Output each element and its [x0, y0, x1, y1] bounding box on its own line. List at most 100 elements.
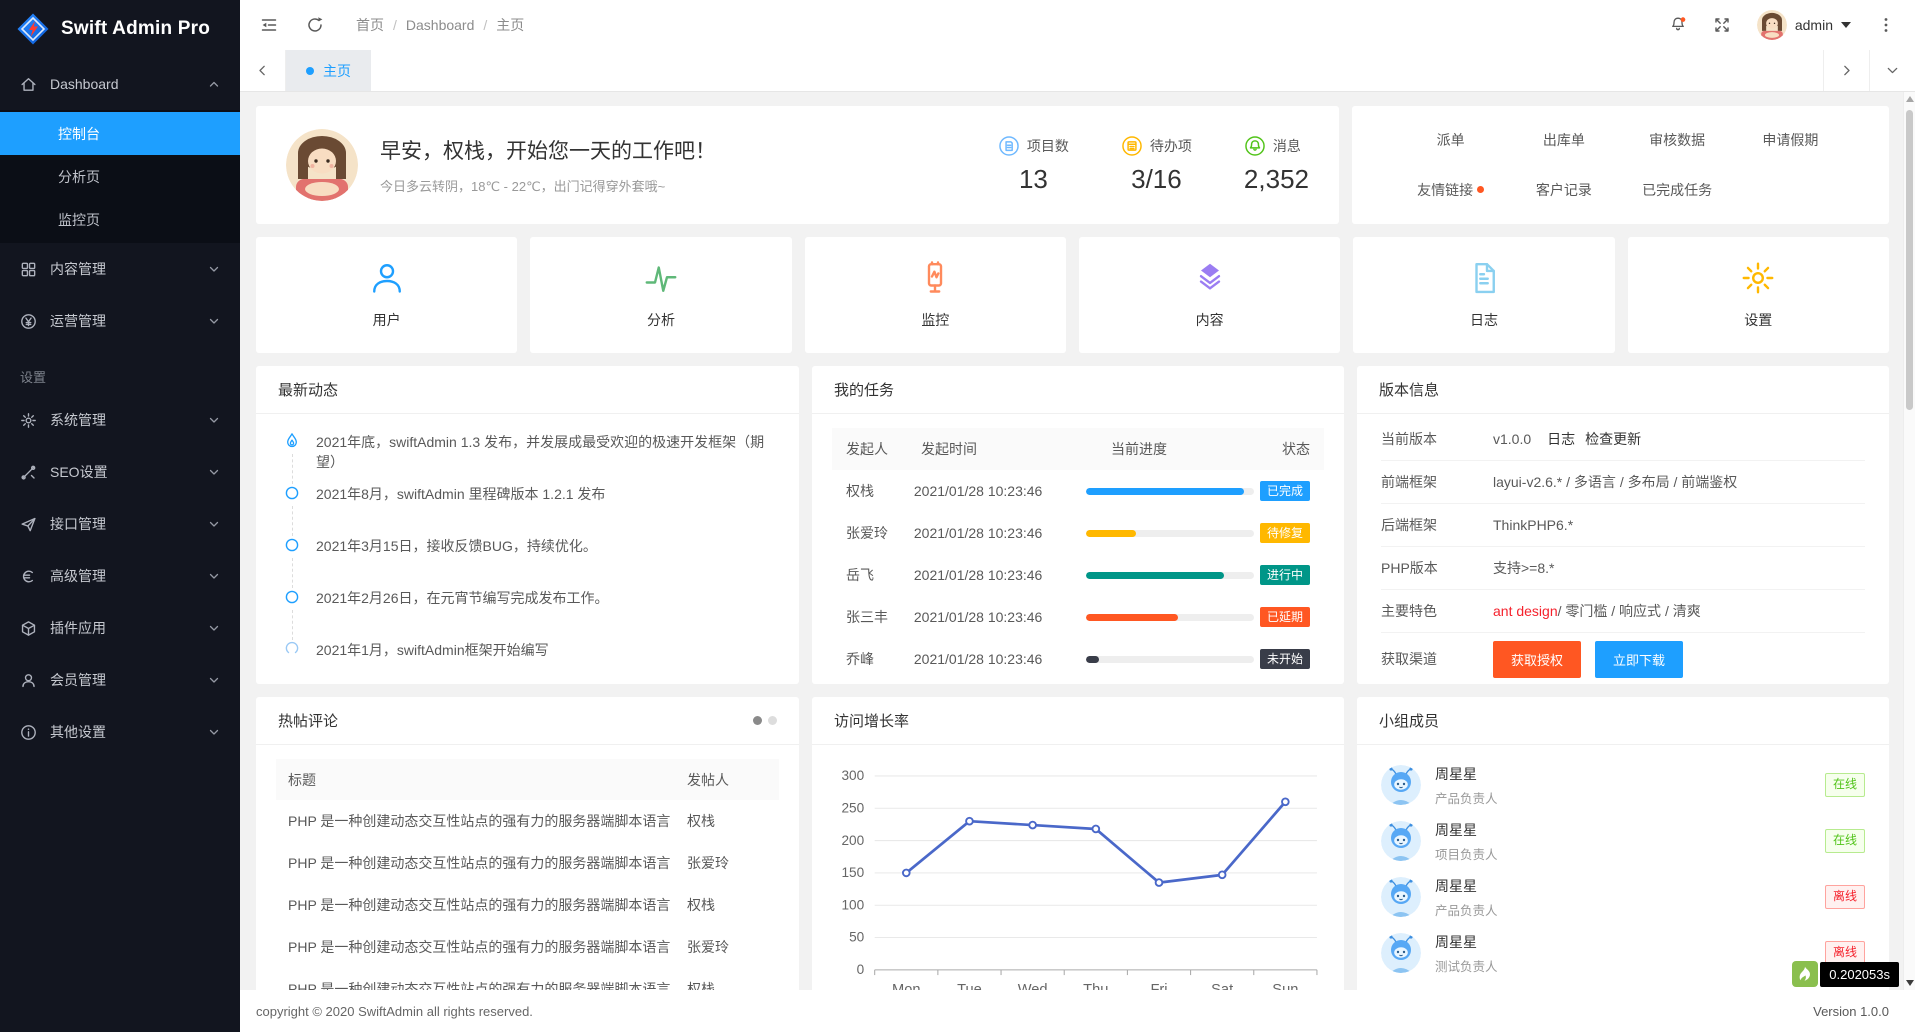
news-panel: 最新动态 2021年底，swiftAdmin 1.3 发布，并发展成最受欢迎的极… [256, 366, 799, 684]
thinkphp-logo-icon [1792, 961, 1818, 987]
table-row[interactable]: PHP 是一种创建动态交互性站点的强有力的服务器端脚本语言 张爱玲 [276, 926, 779, 968]
tab-menu-button[interactable] [1869, 50, 1915, 91]
chevron-down-icon [208, 518, 220, 530]
chevron-down-icon [208, 315, 220, 327]
version-label: 前端框架 [1381, 472, 1493, 492]
sidebar-item-plugin-apps[interactable]: 插件应用 [0, 602, 240, 654]
chevron-up-icon [208, 78, 220, 90]
footer: copyright © 2020 SwiftAdmin all rights r… [240, 990, 1915, 1032]
task-owner: 乔峰 [846, 649, 914, 669]
table-row[interactable]: PHP 是一种创建动态交互性站点的强有力的服务器端脚本语言 权栈 [276, 968, 779, 990]
user-menu[interactable]: admin [1757, 10, 1851, 40]
task-time: 2021/01/28 10:23:46 [914, 651, 1086, 667]
tab-scroll-right-button[interactable] [1823, 50, 1869, 91]
version-row-current: 当前版本 v1.0.0 日志 检查更新 [1381, 418, 1865, 461]
news-item: 2021年2月26日，在元宵节编写完成发布工作。 [280, 588, 775, 640]
sidebar-item-api-mgmt[interactable]: 接口管理 [0, 498, 240, 550]
task-owner: 岳飞 [846, 565, 914, 585]
app-logo[interactable]: Swift Admin Pro [0, 0, 240, 58]
progress-bar [1086, 530, 1254, 537]
scrollbar-thumb[interactable] [1906, 110, 1913, 410]
download-now-button[interactable]: 立即下载 [1595, 641, 1683, 678]
news-text: 2021年1月，swiftAdmin框架开始编写 [316, 642, 549, 658]
table-row: 张爱玲 2021/01/28 10:23:46 待修复 [832, 512, 1324, 554]
version-text: Version 1.0.0 [1813, 1004, 1889, 1019]
fullscreen-icon[interactable] [1713, 16, 1731, 34]
sidebar-item-console[interactable]: 控制台 [0, 112, 240, 155]
scrollbar-up-arrow[interactable] [1906, 96, 1914, 102]
quicklink-leave-request[interactable]: 申请假期 [1734, 130, 1847, 150]
post-author: 张爱玲 [687, 853, 767, 873]
news-text: 2021年底，swiftAdmin 1.3 发布，并发展成最受欢迎的极速开发框架… [316, 434, 764, 470]
table-row[interactable]: PHP 是一种创建动态交互性站点的强有力的服务器端脚本语言 权栈 [276, 800, 779, 842]
shortcut-users[interactable]: 用户 [256, 237, 517, 353]
caret-down-icon [1841, 22, 1851, 28]
scrollbar-down-arrow[interactable] [1906, 980, 1914, 986]
breadcrumb-current: 主页 [496, 15, 524, 35]
carousel-dot-active[interactable] [753, 716, 762, 725]
perf-time-badge[interactable]: 0.202053s [1792, 961, 1899, 987]
member-name: 周星星 [1435, 764, 1498, 784]
sidebar-item-label: 运营管理 [50, 311, 106, 331]
sidebar-item-analysis-page[interactable]: 分析页 [0, 155, 240, 198]
svg-text:0: 0 [857, 962, 865, 977]
carousel-dot[interactable] [768, 716, 777, 725]
panel-title: 我的任务 [812, 366, 1344, 414]
sidebar-item-advanced-mgmt[interactable]: 高级管理 [0, 550, 240, 602]
quick-links-card: 派单 出库单 审核数据 申请假期 友情链接 客户记录 已完成任务 [1352, 106, 1889, 224]
sidebar-item-member-mgmt[interactable]: 会员管理 [0, 654, 240, 706]
breadcrumb-home[interactable]: 首页 [356, 15, 384, 35]
status-badge: 待修复 [1260, 523, 1310, 543]
list-item: 周星星产品负责人 在线 [1381, 757, 1865, 813]
app-title: Swift Admin Pro [61, 18, 210, 40]
changelog-link[interactable]: 日志 [1547, 429, 1575, 449]
quicklink-outbound[interactable]: 出库单 [1507, 130, 1620, 150]
table-row: 张三丰 2021/01/28 10:23:46 已延期 [832, 596, 1324, 638]
chart-area: 050100150200250300MonTueWedThuFriSatSun [812, 745, 1344, 990]
sidebar-item-system-mgmt[interactable]: 系统管理 [0, 394, 240, 446]
sidebar-item-operation-mgmt[interactable]: 运营管理 [0, 295, 240, 347]
shortcut-analysis[interactable]: 分析 [530, 237, 791, 353]
quicklink-customer-records[interactable]: 客户记录 [1507, 180, 1620, 200]
breadcrumb-dashboard[interactable]: Dashboard [406, 17, 475, 33]
version-label: 主要特色 [1381, 601, 1493, 621]
arc-marker-icon [283, 640, 301, 658]
comments-table: 标题 发帖人 PHP 是一种创建动态交互性站点的强有力的服务器端脚本语言 权栈 … [276, 759, 779, 990]
task-owner: 权栈 [846, 481, 914, 501]
tab-scroll-left-button[interactable] [240, 50, 286, 91]
post-title: PHP 是一种创建动态交互性站点的强有力的服务器端脚本语言 [288, 895, 687, 915]
shortcut-settings[interactable]: 设置 [1628, 237, 1889, 353]
notification-bell-icon[interactable] [1669, 16, 1687, 34]
progress-bar [1086, 656, 1254, 663]
quicklink-audit-data[interactable]: 审核数据 [1621, 130, 1734, 150]
shortcut-monitor[interactable]: 监控 [805, 237, 1066, 353]
sidebar-item-content-mgmt[interactable]: 内容管理 [0, 243, 240, 295]
sidebar-item-seo-settings[interactable]: SEO设置 [0, 446, 240, 498]
member-name: 周星星 [1435, 820, 1498, 840]
get-license-button[interactable]: 获取授权 [1493, 641, 1581, 678]
refresh-icon[interactable] [306, 16, 324, 34]
sidebar-item-other-settings[interactable]: 其他设置 [0, 706, 240, 758]
more-menu-icon[interactable] [1877, 16, 1895, 34]
quicklink-label: 友情链接 [1417, 182, 1473, 198]
quicklink-completed-tasks[interactable]: 已完成任务 [1621, 180, 1734, 200]
tab-home[interactable]: 主页 [286, 50, 371, 91]
table-row[interactable]: PHP 是一种创建动态交互性站点的强有力的服务器端脚本语言 权栈 [276, 884, 779, 926]
quicklink-dispatch[interactable]: 派单 [1394, 130, 1507, 150]
shortcut-logs[interactable]: 日志 [1353, 237, 1614, 353]
sidebar-item-dashboard[interactable]: Dashboard [0, 58, 240, 110]
collapse-sidebar-icon[interactable] [260, 16, 278, 34]
quicklink-friend-links[interactable]: 友情链接 [1394, 180, 1507, 200]
feature-highlight: ant design [1493, 603, 1558, 619]
member-avatar [1381, 877, 1421, 917]
svg-text:Sat: Sat [1211, 982, 1233, 990]
vertical-scrollbar[interactable] [1903, 92, 1915, 990]
shortcut-content[interactable]: 内容 [1079, 237, 1340, 353]
table-row[interactable]: PHP 是一种创建动态交互性站点的强有力的服务器端脚本语言 张爱玲 [276, 842, 779, 884]
list-item: 周星星产品负责人 离线 [1381, 869, 1865, 925]
topbar: 首页 / Dashboard / 主页 [240, 0, 1915, 50]
sidebar-item-monitor-page[interactable]: 监控页 [0, 198, 240, 241]
welcome-avatar [286, 129, 358, 201]
progress-bar [1086, 488, 1254, 495]
check-update-link[interactable]: 检查更新 [1585, 429, 1641, 449]
